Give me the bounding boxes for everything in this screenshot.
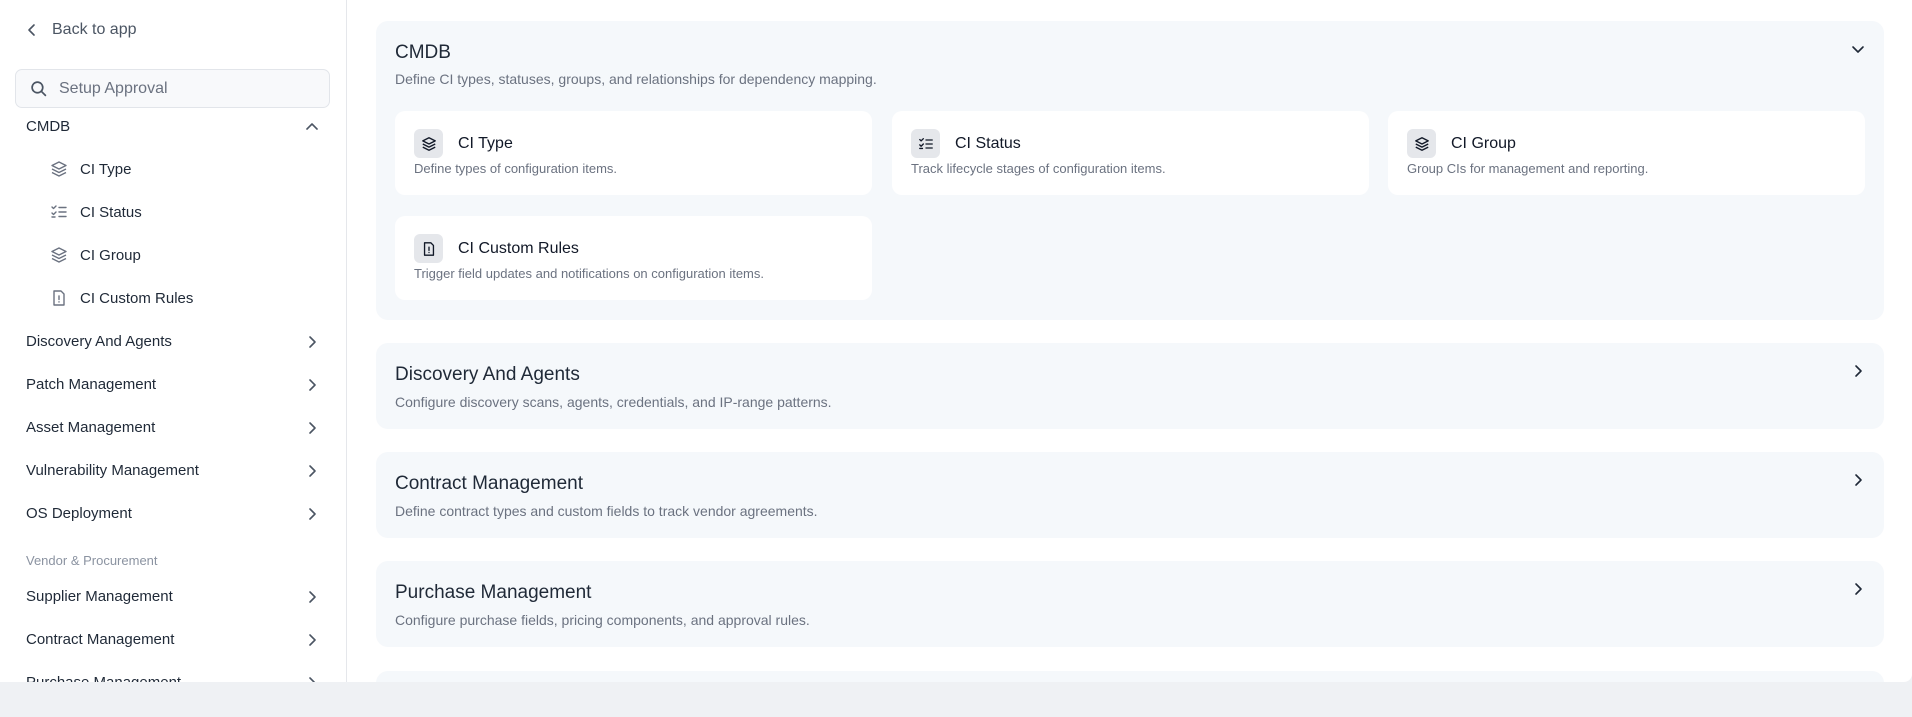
layers-icon <box>421 136 436 151</box>
file-alert-icon <box>53 290 65 306</box>
chevron-right-icon <box>309 507 316 520</box>
sidebar-item-ci-type[interactable]: CI Type <box>50 160 320 178</box>
sidebar-group-label: Contract Management <box>26 631 175 648</box>
sidebar-group-supplier[interactable]: Supplier Management <box>26 588 320 605</box>
panel-description: Configure purchase fields, pricing compo… <box>395 612 810 628</box>
settings-sidebar: Back to app CMDB CI Type CI Status CI Gr… <box>0 0 347 682</box>
panel-next-partial <box>376 671 1884 682</box>
panel-contract-management[interactable]: Contract Management Define contract type… <box>376 452 1884 538</box>
card-title: CI Type <box>458 135 513 152</box>
back-to-app-link[interactable]: Back to app <box>24 21 137 39</box>
card-description: Define types of configuration items. <box>414 161 618 176</box>
panel-description: Define CI types, statuses, groups, and r… <box>395 71 877 87</box>
card-ci-group[interactable]: CI Group Group CIs for management and re… <box>1388 111 1865 195</box>
card-title: CI Group <box>1451 135 1516 152</box>
sidebar-group-label: Discovery And Agents <box>26 333 172 350</box>
settings-window: Back to app CMDB CI Type CI Status CI Gr… <box>0 0 1912 682</box>
card-ci-type[interactable]: CI Type Define types of configuration it… <box>395 111 872 195</box>
file-alert-icon <box>423 241 434 256</box>
sidebar-group-os-deployment[interactable]: OS Deployment <box>26 505 320 522</box>
sidebar-item-ci-custom-rules[interactable]: CI Custom Rules <box>50 289 320 307</box>
card-description: Group CIs for management and reporting. <box>1407 161 1649 176</box>
sidebar-item-label: CI Group <box>80 246 141 264</box>
panel-title: Purchase Management <box>395 582 592 603</box>
card-icon-box <box>414 129 443 158</box>
chevron-right-icon[interactable] <box>1850 363 1866 379</box>
card-icon-box <box>1407 129 1436 158</box>
sidebar-group-asset[interactable]: Asset Management <box>26 419 320 436</box>
sidebar-group-label: Vulnerability Management <box>26 462 199 479</box>
chevron-right-icon <box>309 633 316 646</box>
card-title: CI Custom Rules <box>458 240 579 257</box>
chevron-right-icon[interactable] <box>1850 472 1866 488</box>
sidebar-group-vulnerability[interactable]: Vulnerability Management <box>26 462 320 479</box>
sidebar-group-discovery[interactable]: Discovery And Agents <box>26 333 320 350</box>
panel-description: Configure discovery scans, agents, crede… <box>395 394 832 410</box>
sidebar-search[interactable] <box>15 69 330 108</box>
sidebar-item-ci-group[interactable]: CI Group <box>50 246 320 264</box>
chevron-up-icon <box>306 122 318 130</box>
sidebar-group-cmdb[interactable]: CMDB <box>26 118 320 135</box>
panel-title: Discovery And Agents <box>395 364 580 385</box>
card-ci-custom-rules[interactable]: CI Custom Rules Trigger field updates an… <box>395 216 872 300</box>
chevron-right-icon <box>309 378 316 391</box>
layers-icon <box>51 161 67 177</box>
card-title: CI Status <box>955 135 1021 152</box>
search-input[interactable] <box>59 79 309 98</box>
card-description: Track lifecycle stages of configuration … <box>911 161 1166 176</box>
panel-title: Contract Management <box>395 473 583 494</box>
sidebar-group-contract[interactable]: Contract Management <box>26 631 320 648</box>
sidebar-group-label: Purchase Management <box>26 674 181 682</box>
chevron-right-icon <box>309 676 316 682</box>
card-icon-box <box>911 129 940 158</box>
sidebar-item-label: CI Custom Rules <box>80 289 194 307</box>
chevron-right-icon <box>309 464 316 477</box>
panel-discovery-and-agents[interactable]: Discovery And Agents Configure discovery… <box>376 343 1884 429</box>
sidebar-group-label: Asset Management <box>26 419 156 436</box>
sidebar-item-label: CI Type <box>80 160 132 178</box>
sidebar-group-patch[interactable]: Patch Management <box>26 376 320 393</box>
sidebar-group-label: CMDB <box>26 118 71 135</box>
chevron-right-icon <box>309 335 316 348</box>
checklist-icon <box>51 205 67 218</box>
layers-icon <box>1414 136 1429 151</box>
panel-description: Define contract types and custom fields … <box>395 503 818 519</box>
chevron-right-icon[interactable] <box>1850 581 1866 597</box>
sidebar-item-label: CI Status <box>80 203 142 221</box>
panel-purchase-management[interactable]: Purchase Management Configure purchase f… <box>376 561 1884 647</box>
sidebar-group-purchase[interactable]: Purchase Management <box>26 674 320 682</box>
panel-cmdb: CMDB Define CI types, statuses, groups, … <box>376 21 1884 320</box>
card-ci-status[interactable]: CI Status Track lifecycle stages of conf… <box>892 111 1369 195</box>
checklist-icon <box>918 137 933 149</box>
card-description: Trigger field updates and notifications … <box>414 266 764 281</box>
chevron-right-icon <box>309 421 316 434</box>
sidebar-group-label: Patch Management <box>26 376 157 393</box>
sidebar-section-vendor: Vendor & Procurement <box>26 553 158 568</box>
panel-title: CMDB <box>395 42 451 63</box>
sidebar-group-label: OS Deployment <box>26 505 132 522</box>
back-to-app-label: Back to app <box>52 21 137 38</box>
search-icon <box>31 81 47 97</box>
chevron-left-icon <box>28 24 35 36</box>
settings-main: CMDB Define CI types, statuses, groups, … <box>348 0 1912 682</box>
chevron-down-icon[interactable] <box>1850 41 1866 57</box>
layers-icon <box>51 247 67 263</box>
sidebar-item-ci-status[interactable]: CI Status <box>50 203 320 221</box>
sidebar-group-label: Supplier Management <box>26 588 173 605</box>
chevron-right-icon <box>309 590 316 603</box>
card-icon-box <box>414 234 443 263</box>
